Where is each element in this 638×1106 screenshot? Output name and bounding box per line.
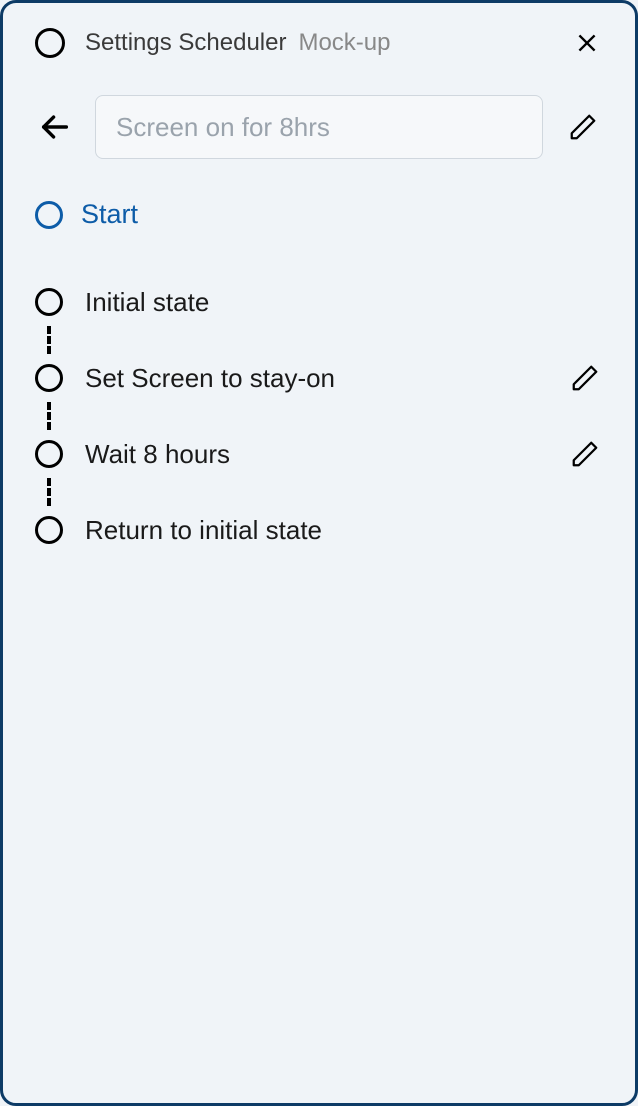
title-bar: Settings Scheduler Mock-up (35, 27, 603, 59)
edit-name-button[interactable] (563, 107, 603, 147)
window-title: Settings Scheduler Mock-up (85, 29, 551, 57)
close-icon (574, 30, 600, 56)
edit-step-button[interactable] (567, 436, 603, 472)
step-circle-icon (35, 288, 63, 316)
step-circle-icon (35, 516, 63, 544)
step-item: Set Screen to stay-on (35, 354, 603, 402)
name-input-row (35, 95, 603, 159)
step-connector (35, 326, 603, 354)
step-label: Initial state (85, 287, 603, 318)
pencil-icon (570, 363, 600, 393)
title-suffix: Mock-up (298, 29, 390, 57)
step-label: Return to initial state (85, 515, 603, 546)
step-item: Initial state (35, 278, 603, 326)
step-circle-icon (35, 364, 63, 392)
step-item: Return to initial state (35, 506, 603, 554)
step-label: Wait 8 hours (85, 439, 545, 470)
step-connector (35, 478, 603, 506)
steps-list: Initial state Set Screen to stay-on Wait… (35, 278, 603, 554)
start-label: Start (81, 199, 138, 230)
step-circle-icon (35, 440, 63, 468)
step-connector (35, 402, 603, 430)
app-window: Settings Scheduler Mock-up Start (0, 0, 638, 1106)
circle-outline-icon (35, 201, 63, 229)
pencil-icon (568, 112, 598, 142)
edit-step-button[interactable] (567, 360, 603, 396)
schedule-name-input[interactable] (95, 95, 543, 159)
step-label: Set Screen to stay-on (85, 363, 545, 394)
close-button[interactable] (571, 27, 603, 59)
app-status-circle-icon (35, 28, 65, 58)
back-button[interactable] (35, 107, 75, 147)
arrow-left-icon (38, 110, 72, 144)
pencil-icon (570, 439, 600, 469)
start-trigger-button[interactable]: Start (35, 199, 603, 230)
step-item: Wait 8 hours (35, 430, 603, 478)
title-main: Settings Scheduler (85, 29, 286, 57)
